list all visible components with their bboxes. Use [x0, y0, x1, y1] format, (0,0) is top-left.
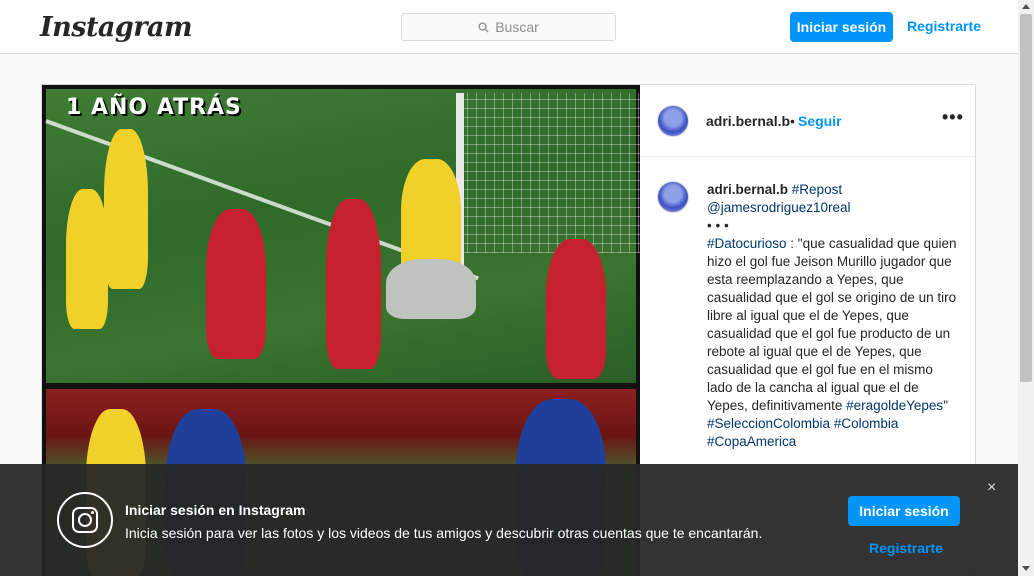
scroll-down-arrow-icon[interactable]: [1022, 566, 1030, 571]
comment-username[interactable]: adri.bernal.b: [707, 182, 788, 197]
banner-register-link[interactable]: Registrarte: [869, 540, 943, 556]
player-figure: [546, 239, 606, 379]
follow-button[interactable]: Seguir: [798, 113, 842, 129]
post-header: adri.bernal.b • Seguir •••: [640, 85, 975, 157]
banner-login-button[interactable]: Iniciar sesión: [848, 496, 960, 526]
player-figure: [104, 129, 148, 289]
top-nav-bar: Instagram Buscar Iniciar sesión Registra…: [0, 0, 1018, 54]
player-figure: [326, 199, 381, 369]
comment-dots: • • •: [707, 218, 729, 233]
scroll-up-arrow-icon[interactable]: [1022, 4, 1030, 9]
login-button[interactable]: Iniciar sesión: [790, 12, 893, 42]
avatar[interactable]: [657, 181, 689, 213]
search-icon: [478, 21, 489, 33]
login-banner: Iniciar sesión en Instagram Inicia sesió…: [0, 464, 1018, 576]
hashtag-link[interactable]: #Datocurioso: [707, 236, 787, 251]
close-icon[interactable]: ×: [987, 479, 996, 497]
separator-dot: •: [790, 113, 795, 129]
goal-net: [458, 93, 640, 253]
image-caption: 1 AÑO ATRÁS: [66, 95, 242, 120]
post-username[interactable]: adri.bernal.b: [706, 113, 790, 129]
instagram-icon: [57, 492, 113, 548]
image-panel-top: 1 AÑO ATRÁS: [45, 89, 640, 383]
hashtag-link[interactable]: #eragoldeYepes: [846, 398, 943, 413]
banner-subtitle: Inicia sesión para ver las fotos y los v…: [125, 525, 763, 541]
search-placeholder: Buscar: [495, 19, 539, 35]
avatar[interactable]: [657, 105, 689, 137]
player-figure: [66, 189, 108, 329]
hashtag-link[interactable]: #Repost: [792, 182, 842, 197]
search-input[interactable]: Buscar: [401, 13, 616, 41]
scrollbar-thumb[interactable]: [1020, 14, 1032, 382]
hashtag-link[interactable]: #Colombia: [834, 416, 899, 431]
hashtag-link[interactable]: #SeleccionColombia: [707, 416, 830, 431]
banner-title: Iniciar sesión en Instagram: [125, 502, 306, 518]
instagram-logo[interactable]: Instagram: [40, 12, 193, 43]
player-figure: [206, 209, 266, 359]
page-scrollbar[interactable]: [1018, 0, 1034, 576]
register-link[interactable]: Registrarte: [907, 18, 981, 34]
comment-quote: ": [943, 398, 948, 413]
hashtag-link[interactable]: #CopaAmerica: [707, 434, 796, 449]
comment-text: adri.bernal.b #Repost @jamesrodriguez10r…: [707, 181, 957, 451]
goalkeeper-figure: [386, 259, 476, 319]
more-icon[interactable]: •••: [942, 107, 964, 128]
comment-body: : "que casualidad que quien hizo el gol …: [707, 236, 957, 413]
mention-link[interactable]: @jamesrodriguez10real: [707, 200, 851, 215]
